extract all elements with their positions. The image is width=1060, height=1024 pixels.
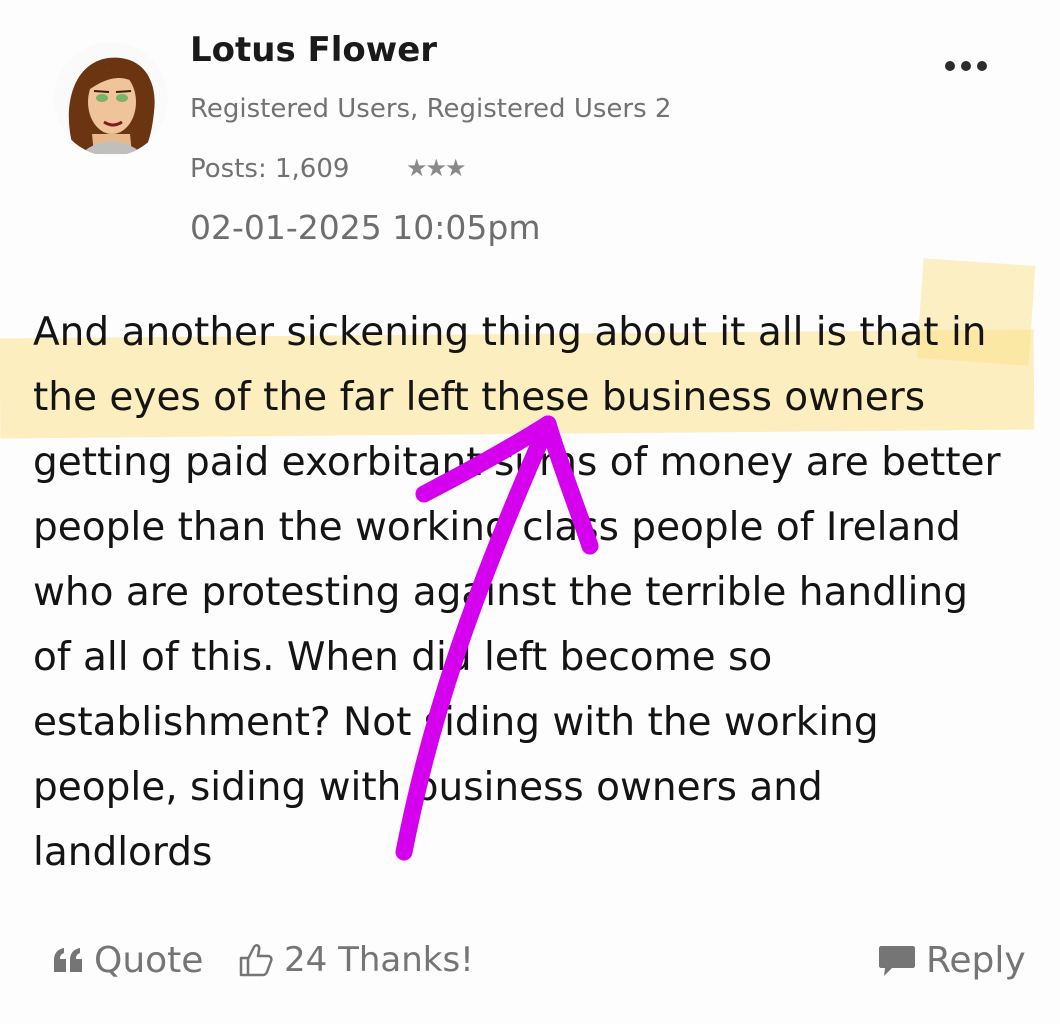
quote-icon [52,947,84,974]
more-options-icon [977,61,987,71]
post-body-line: people, siding with business owners and [33,765,823,810]
more-options-button[interactable] [936,46,996,86]
author-name[interactable]: Lotus Flower [190,30,437,70]
post-body-line: landlords [33,830,213,875]
user-roles: Registered Users, Registered Users 2 [190,94,672,124]
reply-label: Reply [926,940,1026,981]
more-options-icon [945,61,955,71]
rank-stars: ★★★ [406,154,466,182]
thanks-label: Thanks! [338,940,474,980]
post-body-line: who are protesting against the terrible … [33,570,968,615]
thanks-count: 24 [284,940,328,980]
author-avatar[interactable] [54,42,168,156]
post-count: Posts: 1,609 [190,154,350,184]
quote-button[interactable]: Quote [52,940,203,981]
star-icon: ★ [425,154,447,182]
more-options-icon [961,61,971,71]
post-body-line: the eyes of the far left these business … [33,375,926,420]
reply-button[interactable]: Reply [878,940,1026,981]
post-body-line: people than the working class people of … [33,505,961,550]
star-icon: ★ [406,154,427,182]
thumbs-up-icon [238,943,274,977]
post-body-line: And another sickening thing about it all… [33,310,987,355]
post-body-line: establishment? Not siding with the worki… [33,700,879,745]
avatar-image [54,42,168,156]
post-body-line: of all of this. When did left become so [33,635,773,680]
star-icon: ★ [445,154,466,182]
speech-bubble-icon [878,944,916,978]
quote-label: Quote [94,940,204,981]
post-timestamp: 02-01-2025 10:05pm [190,208,541,247]
post-body-line: getting paid exorbitant sums of money ar… [33,440,1001,485]
thanks-button[interactable]: 24 Thanks! [238,940,474,980]
post-body: And another sickening thing about it all… [33,300,1043,885]
